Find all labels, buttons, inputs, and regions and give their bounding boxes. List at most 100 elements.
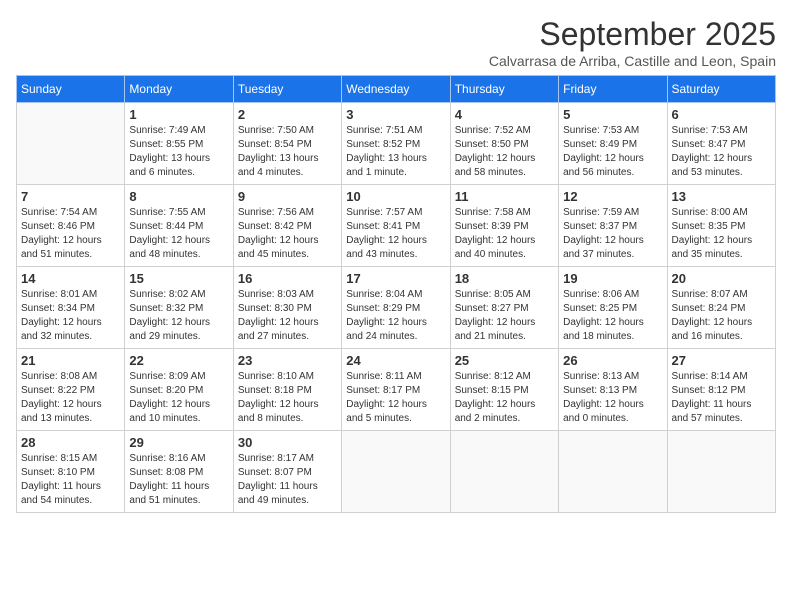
day-header-row: SundayMondayTuesdayWednesdayThursdayFrid… xyxy=(17,76,776,103)
day-number: 22 xyxy=(129,353,228,368)
day-info: Sunrise: 7:53 AM Sunset: 8:47 PM Dayligh… xyxy=(672,124,771,180)
calendar-cell: 5Sunrise: 7:53 AM Sunset: 8:49 PM Daylig… xyxy=(559,103,667,185)
day-info: Sunrise: 8:00 AM Sunset: 8:35 PM Dayligh… xyxy=(672,206,771,262)
day-header-monday: Monday xyxy=(125,76,233,103)
day-number: 29 xyxy=(129,435,228,450)
day-number: 2 xyxy=(238,107,337,122)
calendar-cell: 29Sunrise: 8:16 AM Sunset: 8:08 PM Dayli… xyxy=(125,431,233,513)
calendar-cell: 2 Sunrise: 7:50 AM Sunset: 8:54 PM Daylig… xyxy=(233,103,341,185)
day-number: 11 xyxy=(455,189,554,204)
day-number: 26 xyxy=(563,353,662,368)
calendar-cell: 28Sunrise: 8:15 AM Sunset: 8:10 PM Dayli… xyxy=(17,431,125,513)
page-header: General Blue September 2025 Calvarrasa d… xyxy=(16,16,776,69)
calendar-cell: 1 Sunrise: 7:49 AM Sunset: 8:55 PM Daylig… xyxy=(125,103,233,185)
day-header-friday: Friday xyxy=(559,76,667,103)
day-info: Sunrise: 8:17 AM Sunset: 8:07 PM Dayligh… xyxy=(238,452,337,508)
day-number: 1 xyxy=(129,107,228,122)
calendar-cell: 11 Sunrise: 7:58 AM Sunset: 8:39 PM Dayli… xyxy=(450,185,558,267)
calendar-body: 1 Sunrise: 7:49 AM Sunset: 8:55 PM Daylig… xyxy=(17,103,776,513)
calendar-cell: 20Sunrise: 8:07 AM Sunset: 8:24 PM Dayli… xyxy=(667,267,775,349)
day-info: Sunrise: 8:13 AM Sunset: 8:13 PM Dayligh… xyxy=(563,370,662,426)
calendar-cell: 4 Sunrise: 7:52 AM Sunset: 8:50 PM Daylig… xyxy=(450,103,558,185)
day-number: 23 xyxy=(238,353,337,368)
calendar-week-1: 1 Sunrise: 7:49 AM Sunset: 8:55 PM Daylig… xyxy=(17,103,776,185)
month-title: September 2025 xyxy=(489,16,776,53)
calendar-cell: 12Sunrise: 7:59 AM Sunset: 8:37 PM Dayli… xyxy=(559,185,667,267)
calendar-cell xyxy=(17,103,125,185)
day-number: 15 xyxy=(129,271,228,286)
calendar-week-2: 7 Sunrise: 7:54 AM Sunset: 8:46 PM Daylig… xyxy=(17,185,776,267)
calendar-cell: 16 Sunrise: 8:03 AM Sunset: 8:30 PM Dayli… xyxy=(233,267,341,349)
day-header-sunday: Sunday xyxy=(17,76,125,103)
day-number: 17 xyxy=(346,271,445,286)
calendar-cell: 24 Sunrise: 8:11 AM Sunset: 8:17 PM Dayli… xyxy=(342,349,450,431)
calendar-cell xyxy=(667,431,775,513)
day-info: Sunrise: 8:07 AM Sunset: 8:24 PM Dayligh… xyxy=(672,288,771,344)
day-info: Sunrise: 7:59 AM Sunset: 8:37 PM Dayligh… xyxy=(563,206,662,262)
day-number: 18 xyxy=(455,271,554,286)
day-info: Sunrise: 8:11 AM Sunset: 8:17 PM Dayligh… xyxy=(346,370,445,426)
calendar-cell: 21Sunrise: 8:08 AM Sunset: 8:22 PM Dayli… xyxy=(17,349,125,431)
calendar-cell: 3Sunrise: 7:51 AM Sunset: 8:52 PM Daylig… xyxy=(342,103,450,185)
day-info: Sunrise: 7:52 AM Sunset: 8:50 PM Dayligh… xyxy=(455,124,554,180)
calendar-cell xyxy=(342,431,450,513)
day-info: Sunrise: 7:49 AM Sunset: 8:55 PM Dayligh… xyxy=(129,124,228,180)
calendar-week-4: 21Sunrise: 8:08 AM Sunset: 8:22 PM Dayli… xyxy=(17,349,776,431)
day-number: 25 xyxy=(455,353,554,368)
day-number: 30 xyxy=(238,435,337,450)
day-number: 4 xyxy=(455,107,554,122)
calendar-cell xyxy=(450,431,558,513)
calendar-cell: 8 Sunrise: 7:55 AM Sunset: 8:44 PM Daylig… xyxy=(125,185,233,267)
calendar-cell: 27Sunrise: 8:14 AM Sunset: 8:12 PM Dayli… xyxy=(667,349,775,431)
day-number: 3 xyxy=(346,107,445,122)
calendar-cell: 15Sunrise: 8:02 AM Sunset: 8:32 PM Dayli… xyxy=(125,267,233,349)
day-info: Sunrise: 7:57 AM Sunset: 8:41 PM Dayligh… xyxy=(346,206,445,262)
calendar-cell: 17 Sunrise: 8:04 AM Sunset: 8:29 PM Dayli… xyxy=(342,267,450,349)
day-number: 8 xyxy=(129,189,228,204)
day-info: Sunrise: 7:50 AM Sunset: 8:54 PM Dayligh… xyxy=(238,124,337,180)
day-number: 7 xyxy=(21,189,120,204)
day-info: Sunrise: 8:01 AM Sunset: 8:34 PM Dayligh… xyxy=(21,288,120,344)
day-header-saturday: Saturday xyxy=(667,76,775,103)
calendar-cell: 14 Sunrise: 8:01 AM Sunset: 8:34 PM Dayli… xyxy=(17,267,125,349)
calendar-cell xyxy=(559,431,667,513)
day-number: 16 xyxy=(238,271,337,286)
calendar-cell: 6Sunrise: 7:53 AM Sunset: 8:47 PM Daylig… xyxy=(667,103,775,185)
calendar-cell: 23 Sunrise: 8:10 AM Sunset: 8:18 PM Dayli… xyxy=(233,349,341,431)
title-area: September 2025 Calvarrasa de Arriba, Cas… xyxy=(489,16,776,69)
calendar-cell: 19 Sunrise: 8:06 AM Sunset: 8:25 PM Dayli… xyxy=(559,267,667,349)
day-number: 10 xyxy=(346,189,445,204)
calendar-cell: 30 Sunrise: 8:17 AM Sunset: 8:07 PM Dayli… xyxy=(233,431,341,513)
day-number: 13 xyxy=(672,189,771,204)
day-info: Sunrise: 8:12 AM Sunset: 8:15 PM Dayligh… xyxy=(455,370,554,426)
day-info: Sunrise: 7:55 AM Sunset: 8:44 PM Dayligh… xyxy=(129,206,228,262)
day-number: 21 xyxy=(21,353,120,368)
calendar-header: SundayMondayTuesdayWednesdayThursdayFrid… xyxy=(17,76,776,103)
day-number: 14 xyxy=(21,271,120,286)
day-number: 5 xyxy=(563,107,662,122)
day-info: Sunrise: 8:10 AM Sunset: 8:18 PM Dayligh… xyxy=(238,370,337,426)
day-header-thursday: Thursday xyxy=(450,76,558,103)
calendar-cell: 9 Sunrise: 7:56 AM Sunset: 8:42 PM Daylig… xyxy=(233,185,341,267)
day-number: 28 xyxy=(21,435,120,450)
day-header-tuesday: Tuesday xyxy=(233,76,341,103)
day-info: Sunrise: 8:03 AM Sunset: 8:30 PM Dayligh… xyxy=(238,288,337,344)
day-info: Sunrise: 7:58 AM Sunset: 8:39 PM Dayligh… xyxy=(455,206,554,262)
day-number: 19 xyxy=(563,271,662,286)
day-info: Sunrise: 8:05 AM Sunset: 8:27 PM Dayligh… xyxy=(455,288,554,344)
calendar-cell: 25 Sunrise: 8:12 AM Sunset: 8:15 PM Dayli… xyxy=(450,349,558,431)
subtitle: Calvarrasa de Arriba, Castille and Leon,… xyxy=(489,53,776,69)
day-info: Sunrise: 8:04 AM Sunset: 8:29 PM Dayligh… xyxy=(346,288,445,344)
calendar-cell: 7 Sunrise: 7:54 AM Sunset: 8:46 PM Daylig… xyxy=(17,185,125,267)
calendar-cell: 18 Sunrise: 8:05 AM Sunset: 8:27 PM Dayli… xyxy=(450,267,558,349)
calendar-week-3: 14 Sunrise: 8:01 AM Sunset: 8:34 PM Dayli… xyxy=(17,267,776,349)
day-number: 9 xyxy=(238,189,337,204)
calendar-cell: 22Sunrise: 8:09 AM Sunset: 8:20 PM Dayli… xyxy=(125,349,233,431)
day-number: 24 xyxy=(346,353,445,368)
day-info: Sunrise: 8:06 AM Sunset: 8:25 PM Dayligh… xyxy=(563,288,662,344)
day-header-wednesday: Wednesday xyxy=(342,76,450,103)
day-info: Sunrise: 7:54 AM Sunset: 8:46 PM Dayligh… xyxy=(21,206,120,262)
day-info: Sunrise: 8:14 AM Sunset: 8:12 PM Dayligh… xyxy=(672,370,771,426)
calendar-cell: 13 Sunrise: 8:00 AM Sunset: 8:35 PM Dayli… xyxy=(667,185,775,267)
day-info: Sunrise: 7:56 AM Sunset: 8:42 PM Dayligh… xyxy=(238,206,337,262)
